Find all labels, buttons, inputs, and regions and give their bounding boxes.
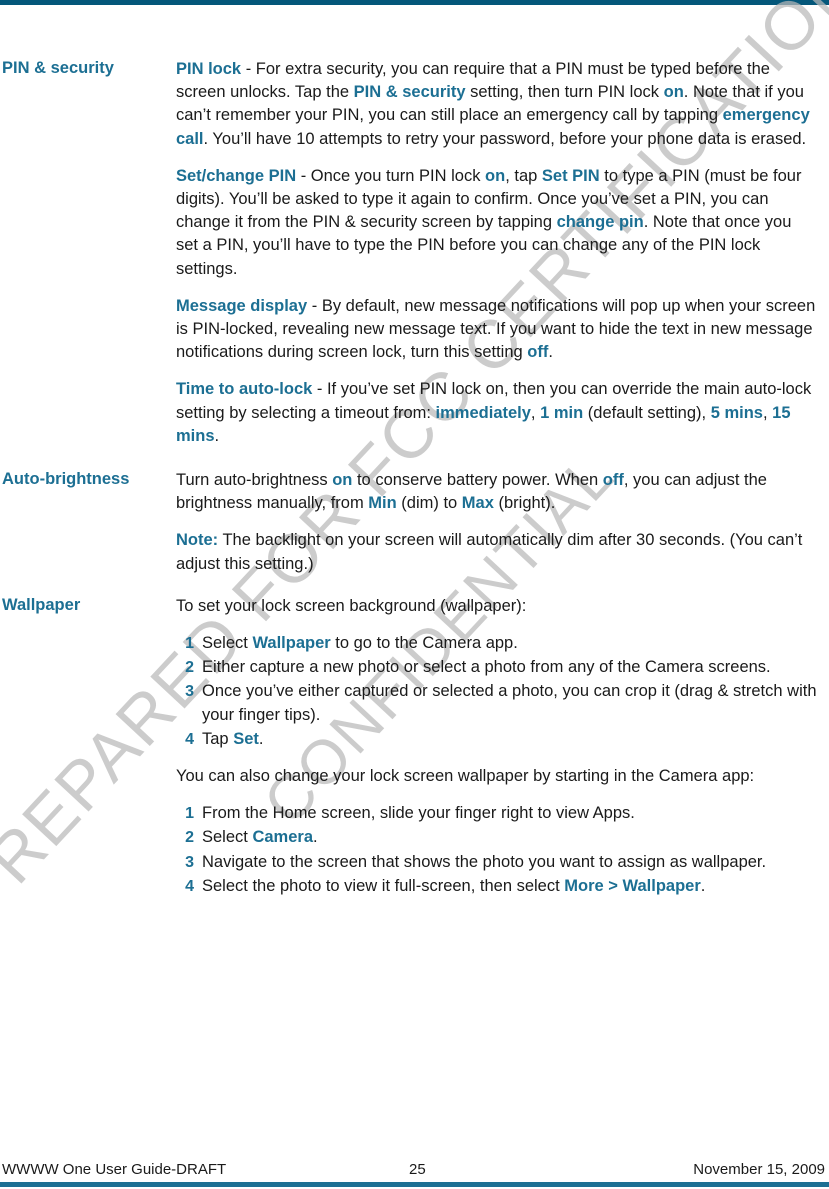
wallpaper-steps-list-camera: 1 From the Home screen, slide your finger… <box>176 802 817 898</box>
highlighted-term: on <box>332 471 353 490</box>
highlighted-term: Time to auto-lock <box>176 380 313 399</box>
highlighted-term: Note: <box>176 531 219 550</box>
paragraph-wallpaper-camera-intro: You can also change your lock screen wal… <box>176 767 755 786</box>
highlighted-term: PIN lock <box>176 60 242 78</box>
paragraph-wallpaper-intro: To set your lock screen background (wall… <box>176 596 527 615</box>
list-item: 4 Select the photo to view it full-screen… <box>176 875 817 898</box>
term-label-wallpaper: Wallpaper <box>2 595 81 614</box>
list-item: 4 Tap Set. <box>176 728 817 751</box>
list-item-number: 2 <box>185 829 194 847</box>
list-item-text: Select Camera. <box>202 828 318 847</box>
highlighted-term: Set/change PIN <box>176 166 297 185</box>
section-wallpaper: Wallpaper To set your lock screen backgr… <box>0 595 829 912</box>
term-label-auto-brightness: Auto-brightness <box>2 470 130 489</box>
footer-page-number: 25 <box>409 1160 426 1178</box>
list-item: 1 From the Home screen, slide your finger… <box>176 802 817 825</box>
section-body-auto-brightness: Turn auto-brightness on to conserve batt… <box>176 469 829 576</box>
highlighted-term: Set PIN <box>541 166 600 185</box>
highlighted-term: Message display <box>176 296 308 315</box>
list-item: 3 Navigate to the screen that shows the p… <box>176 851 817 874</box>
paragraph-auto-brightness-note: Note: The backlight on your screen will … <box>176 531 803 573</box>
section-body-wallpaper: To set your lock screen background (wall… <box>176 595 829 912</box>
list-item-text: Once you’ve either captured or selected … <box>202 682 817 724</box>
list-item-text: From the Home screen, slide your finger … <box>202 804 635 823</box>
highlighted-term: off <box>527 343 549 362</box>
highlighted-term: Set <box>233 729 259 748</box>
list-item-text: Either capture a new photo or select a p… <box>202 658 771 677</box>
highlighted-term: 5 mins <box>710 403 763 422</box>
term-label-pin-and-security: PIN & security <box>2 59 114 77</box>
highlighted-term: immediately <box>435 403 531 422</box>
list-item-text: Select the photo to view it full-screen,… <box>202 876 706 895</box>
page-footer: WWWW One User Guide-DRAFT 25 November 15… <box>0 1157 829 1181</box>
wallpaper-steps-list-primary: 1 Select Wallpaper to go to the Camera ap… <box>176 632 817 751</box>
list-item-number: 1 <box>185 805 194 823</box>
footer-document-title: WWWW One User Guide-DRAFT <box>2 1160 227 1178</box>
list-item-number: 4 <box>185 877 194 895</box>
list-item: 1 Select Wallpaper to go to the Camera ap… <box>176 632 817 655</box>
paragraph-set-change-pin: Set/change PIN - Once you turn PIN lock … <box>176 166 802 278</box>
highlighted-term: Wallpaper <box>252 634 331 653</box>
highlighted-term: off <box>602 471 624 490</box>
section-auto-brightness: Auto-brightness Turn auto-brightness on … <box>0 469 829 576</box>
paragraph-message-display: Message display - By default, new messag… <box>176 296 816 362</box>
list-item-text: Navigate to the screen that shows the ph… <box>202 852 767 871</box>
paragraph-auto-brightness-description: Turn auto-brightness on to conserve batt… <box>176 471 767 513</box>
footer-date: November 15, 2009 <box>693 1160 825 1178</box>
highlighted-term: on <box>485 166 506 185</box>
highlighted-term: Min <box>368 494 397 513</box>
highlighted-term: emergency call <box>176 106 810 148</box>
highlighted-term: Max <box>461 494 494 513</box>
list-item-number: 3 <box>185 853 194 871</box>
highlighted-term: More > Wallpaper <box>564 876 701 895</box>
list-item-number: 2 <box>185 659 194 677</box>
list-item: 3 Once you’ve either captured or selected… <box>176 680 817 726</box>
list-item: 2 Select Camera. <box>176 826 817 849</box>
highlighted-term: on <box>663 83 684 102</box>
list-item-number: 3 <box>185 683 194 701</box>
highlighted-term: change pin <box>556 213 644 232</box>
list-item-number: 1 <box>185 635 194 653</box>
list-item-number: 4 <box>185 730 194 748</box>
section-body-pin-and-security: PIN lock - For extra security, you can r… <box>176 58 829 448</box>
paragraph-pin-lock: PIN lock - For extra security, you can r… <box>176 60 810 148</box>
highlighted-term: Camera <box>252 828 313 847</box>
section-pin-and-security: PIN & security PIN lock - For extra secu… <box>0 58 829 448</box>
highlighted-term: 1 min <box>540 403 584 422</box>
list-item: 2 Either capture a new photo or select a … <box>176 656 817 679</box>
list-item-text: Select Wallpaper to go to the Camera app… <box>202 634 518 653</box>
highlighted-term: PIN & security <box>353 83 466 102</box>
document-page: PIN & security PIN lock - For extra secu… <box>0 0 829 1189</box>
paragraph-time-to-auto-lock: Time to auto-lock - If you’ve set PIN lo… <box>176 380 812 445</box>
list-item-text: Tap Set. <box>202 729 264 748</box>
